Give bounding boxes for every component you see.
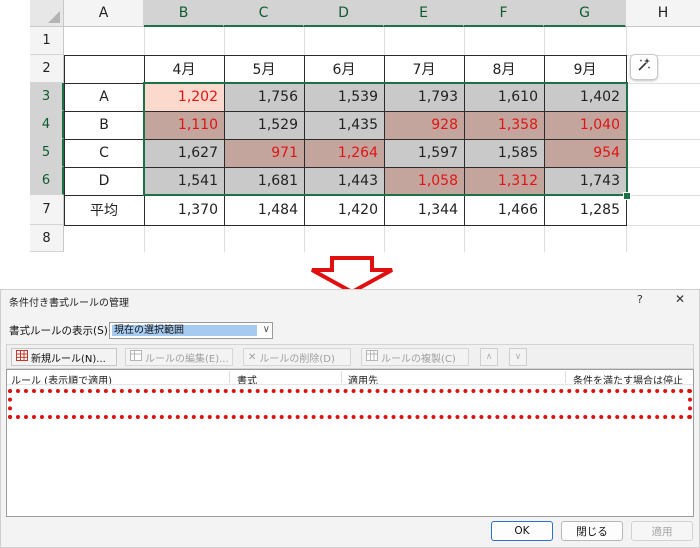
data-cell[interactable]: 1,627 <box>144 139 224 167</box>
select-all-corner[interactable] <box>30 0 64 27</box>
data-cell-highlighted[interactable]: 954 <box>544 139 626 167</box>
month-header-cell[interactable]: 5月 <box>224 55 304 83</box>
month-header-cell[interactable]: 4月 <box>144 55 224 83</box>
data-cell-active[interactable]: 1,202 <box>144 83 224 111</box>
average-cell[interactable]: 1,370 <box>144 195 224 225</box>
show-rules-value: 現在の選択範囲 <box>112 325 257 336</box>
data-cell[interactable]: 1,793 <box>384 83 464 111</box>
duplicate-rule-icon <box>366 350 378 364</box>
data-cell-highlighted[interactable]: 1,312 <box>464 167 544 195</box>
data-cell[interactable]: 1,539 <box>304 83 384 111</box>
conditional-formatting-rules-manager-dialog: 条件付き書式ルールの管理 ? ✕ 書式ルールの表示(S): 現在の選択範囲 ∨ … <box>0 289 700 548</box>
row-header-7[interactable]: 7 <box>30 195 64 225</box>
data-cell[interactable]: 1,529 <box>224 111 304 139</box>
apply-button[interactable]: 適用 <box>631 521 693 541</box>
data-cell[interactable]: 1,541 <box>144 167 224 195</box>
data-cell-highlighted[interactable]: 928 <box>384 111 464 139</box>
move-down-button[interactable]: ∨ <box>509 348 527 366</box>
column-header-d[interactable]: D <box>304 0 384 27</box>
row-header-5[interactable]: 5 <box>30 139 64 167</box>
row-header-1[interactable]: 1 <box>30 27 64 55</box>
sparkle-wand-icon <box>636 57 652 77</box>
average-cell[interactable]: 1,344 <box>384 195 464 225</box>
average-cell[interactable]: 1,484 <box>224 195 304 225</box>
delete-rule-button[interactable]: ✕ ルールの削除(D) <box>243 348 351 366</box>
select-all-triangle-icon <box>48 11 60 23</box>
move-up-button[interactable]: ∧ <box>480 348 498 366</box>
data-cell-highlighted[interactable]: 1,040 <box>544 111 626 139</box>
data-cell[interactable]: 1,443 <box>304 167 384 195</box>
column-header-h[interactable]: H <box>626 0 700 27</box>
data-cell[interactable]: 1,435 <box>304 111 384 139</box>
column-header-e[interactable]: E <box>384 0 464 27</box>
data-cell[interactable]: 1,743 <box>544 167 626 195</box>
column-header-f[interactable]: F <box>464 0 544 27</box>
column-header-a[interactable]: A <box>64 0 144 27</box>
row-header-4[interactable]: 4 <box>30 111 64 139</box>
data-cell[interactable]: 1,681 <box>224 167 304 195</box>
row-header-6[interactable]: 6 <box>30 167 64 195</box>
show-rules-label: 書式ルールの表示(S): <box>9 325 112 337</box>
help-button[interactable]: ? <box>637 293 643 306</box>
average-cell[interactable]: 1,420 <box>304 195 384 225</box>
data-cell[interactable]: 1,610 <box>464 83 544 111</box>
spreadsheet: A B C D E F G H 1 2 3 4 5 6 7 8 4月 5月 6月… <box>0 0 700 252</box>
row-header-8[interactable]: 8 <box>30 225 64 252</box>
ok-button[interactable]: OK <box>491 521 553 541</box>
row-header-2[interactable]: 2 <box>30 55 64 83</box>
dialog-title: 条件付き書式ルールの管理 <box>9 298 129 309</box>
data-cell-highlighted[interactable]: 1,110 <box>144 111 224 139</box>
month-header-cell[interactable]: 6月 <box>304 55 384 83</box>
data-cell-highlighted[interactable]: 971 <box>224 139 304 167</box>
edit-rule-icon <box>130 350 142 364</box>
edit-rule-label: ルールの編集(E)... <box>145 353 229 365</box>
delete-rule-label: ルールの削除(D) <box>259 353 335 365</box>
month-header-cell[interactable]: 9月 <box>544 55 626 83</box>
dialog-titlebar: 条件付き書式ルールの管理 ? ✕ <box>1 290 699 312</box>
data-cell-highlighted[interactable]: 1,058 <box>384 167 464 195</box>
row-label-cell[interactable]: B <box>64 111 144 139</box>
row-label-cell[interactable]: A <box>64 83 144 111</box>
row-label-cell[interactable]: D <box>64 167 144 195</box>
duplicate-rule-label: ルールの複製(C) <box>381 353 456 365</box>
close-button[interactable]: 閉じる <box>561 521 623 541</box>
row-header-3[interactable]: 3 <box>30 83 64 111</box>
month-header-cell[interactable]: 7月 <box>384 55 464 83</box>
rules-list[interactable]: ルール (表示順で適用) 書式 適用先 条件を満たす場合は停止 <box>6 369 694 517</box>
new-rule-grid-icon <box>16 350 28 364</box>
month-header-cell[interactable]: 8月 <box>464 55 544 83</box>
delete-x-icon: ✕ <box>248 351 257 363</box>
average-label-cell[interactable]: 平均 <box>64 195 144 225</box>
chevron-down-icon: ∨ <box>262 324 270 335</box>
column-header-g[interactable]: G <box>544 0 626 27</box>
fill-handle[interactable] <box>623 192 631 200</box>
data-cell[interactable]: 1,597 <box>384 139 464 167</box>
row-label-cell[interactable]: C <box>64 139 144 167</box>
data-cell[interactable]: 1,756 <box>224 83 304 111</box>
new-rule-button[interactable]: 新規ルール(N)... <box>11 348 117 366</box>
quick-analysis-button[interactable] <box>630 54 658 80</box>
data-cell-highlighted[interactable]: 1,264 <box>304 139 384 167</box>
duplicate-rule-button[interactable]: ルールの複製(C) <box>361 348 469 366</box>
data-cell[interactable]: 1,585 <box>464 139 544 167</box>
data-cell[interactable]: 1,402 <box>544 83 626 111</box>
edit-rule-button[interactable]: ルールの編集(E)... <box>125 348 233 366</box>
new-rule-label: 新規ルール(N)... <box>31 353 106 365</box>
average-cell[interactable]: 1,466 <box>464 195 544 225</box>
chevron-up-icon: ∧ <box>485 352 493 362</box>
column-header-c[interactable]: C <box>224 0 304 27</box>
data-cell-highlighted[interactable]: 1,358 <box>464 111 544 139</box>
column-header-b[interactable]: B <box>144 0 224 27</box>
average-cell[interactable]: 1,285 <box>544 195 626 225</box>
close-icon[interactable]: ✕ <box>675 292 685 306</box>
chevron-down-icon: ∨ <box>514 352 522 362</box>
rules-toolbar: 新規ルール(N)... ルールの編集(E)... ✕ ルールの削除(D) ルール… <box>6 344 694 369</box>
show-rules-dropdown[interactable]: 現在の選択範囲 ∨ <box>109 322 273 339</box>
